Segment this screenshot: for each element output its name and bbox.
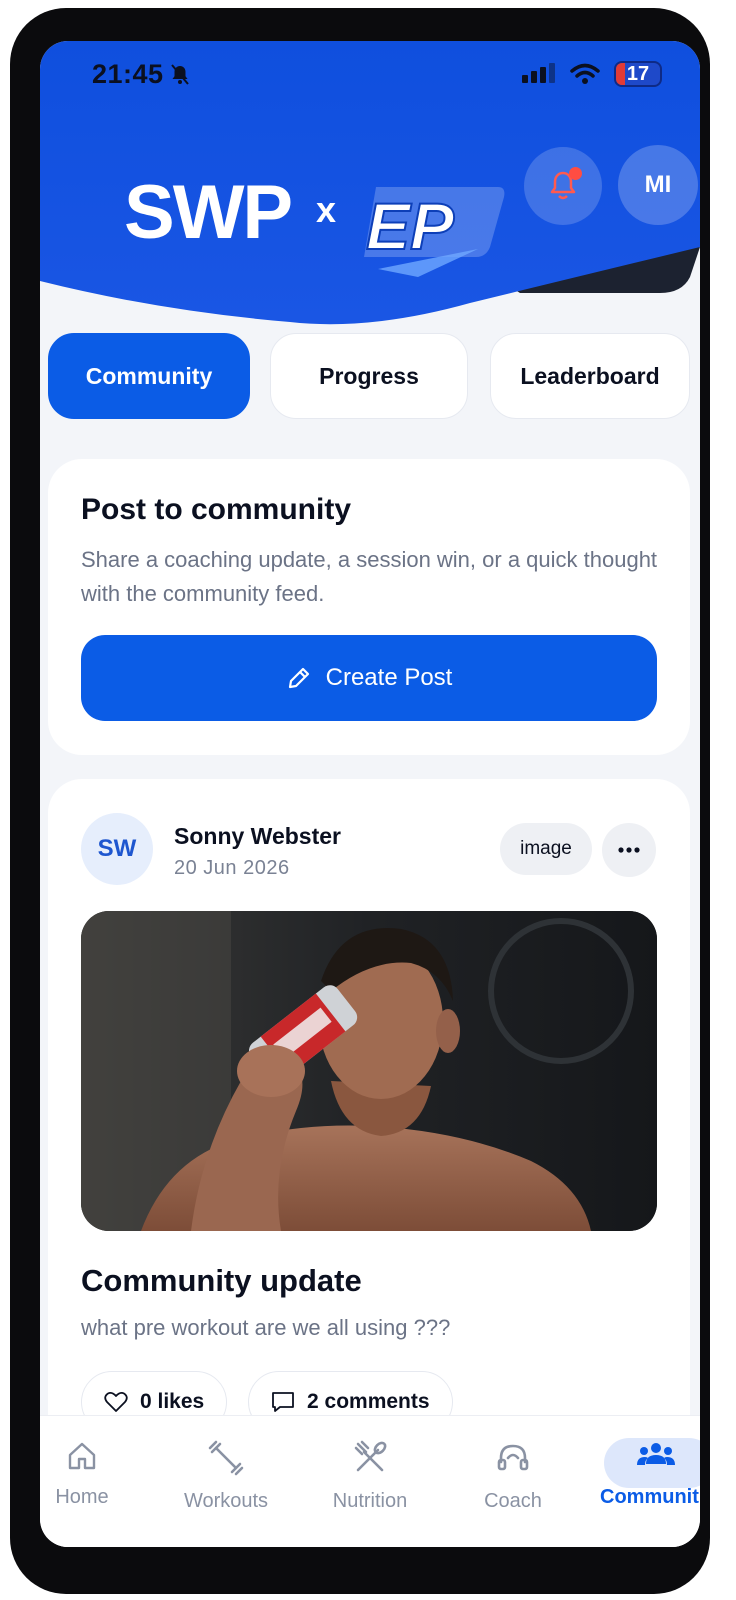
author-name[interactable]: Sonny Webster xyxy=(174,823,341,850)
tab-leaderboard[interactable]: Leaderboard xyxy=(490,333,690,419)
phone-frame: 21:45 17 SWP x EP MI Community Progress … xyxy=(10,8,710,1594)
brand-logo-ep: EP xyxy=(364,187,505,277)
brand-separator: x xyxy=(316,189,337,230)
dumbbell-icon xyxy=(208,1440,244,1476)
nav-coach[interactable]: Coach xyxy=(458,1416,568,1547)
comments-count: 2 comments xyxy=(307,1390,430,1413)
post-composer-card: Post to community Share a coaching updat… xyxy=(48,459,690,755)
tab-progress[interactable]: Progress xyxy=(270,333,468,419)
post-options-button[interactable] xyxy=(602,823,656,877)
likes-count: 0 likes xyxy=(140,1390,205,1413)
svg-text:EP: EP xyxy=(366,189,455,263)
nav-community-label: Communit xyxy=(600,1486,699,1508)
profile-avatar-button[interactable]: MI xyxy=(618,145,698,225)
post-type-chip: image xyxy=(500,823,592,875)
post-body: what pre workout are we all using ??? xyxy=(81,1315,451,1340)
notification-badge xyxy=(569,167,582,180)
status-time: 21:45 xyxy=(92,59,190,90)
nav-community[interactable]: Communit xyxy=(596,1416,700,1547)
heart-icon xyxy=(104,1392,128,1412)
bottom-navigation: Home Workouts Nutrition Coach Communit xyxy=(40,1415,700,1547)
section-tabs: Community Progress Leaderboard xyxy=(48,333,692,419)
comment-icon xyxy=(272,1392,294,1412)
community-icon xyxy=(637,1443,675,1465)
tab-community[interactable]: Community xyxy=(48,333,250,419)
athlete-drinking-photo xyxy=(81,911,657,1231)
author-avatar[interactable]: SW xyxy=(81,813,153,885)
nav-workouts[interactable]: Workouts xyxy=(166,1416,286,1547)
battery-indicator: 17 xyxy=(614,61,662,87)
notifications-button[interactable] xyxy=(524,147,602,225)
create-post-label: Create Post xyxy=(325,664,453,691)
wifi-icon xyxy=(570,63,600,84)
signal-icon xyxy=(522,63,555,83)
brand-logo-swp: SWP xyxy=(124,170,293,255)
post-image[interactable] xyxy=(81,911,657,1231)
pencil-icon xyxy=(288,667,309,689)
nav-workouts-label: Workouts xyxy=(183,1490,269,1512)
app-header: 21:45 17 SWP x EP MI xyxy=(40,41,700,341)
silent-bell-icon xyxy=(170,63,189,85)
nav-coach-label: Coach xyxy=(484,1490,542,1512)
post-date: 20 Jun 2026 xyxy=(174,857,290,879)
composer-title: Post to community xyxy=(81,493,352,526)
utensils-icon xyxy=(354,1440,387,1472)
nav-home-label: Home xyxy=(55,1486,109,1508)
home-icon xyxy=(68,1442,96,1470)
headset-icon xyxy=(497,1444,529,1471)
nav-nutrition[interactable]: Nutrition xyxy=(310,1416,430,1547)
status-icons: 17 xyxy=(522,61,662,87)
nav-nutrition-label: Nutrition xyxy=(332,1490,408,1512)
composer-description: Share a coaching update, a session win, … xyxy=(81,547,658,606)
app-screen: 21:45 17 SWP x EP MI Community Progress … xyxy=(40,41,700,1547)
nav-home[interactable]: Home xyxy=(40,1416,124,1547)
post-title: Community update xyxy=(81,1263,362,1298)
more-dots-icon xyxy=(618,847,640,853)
create-post-button[interactable]: Create Post xyxy=(81,635,657,721)
